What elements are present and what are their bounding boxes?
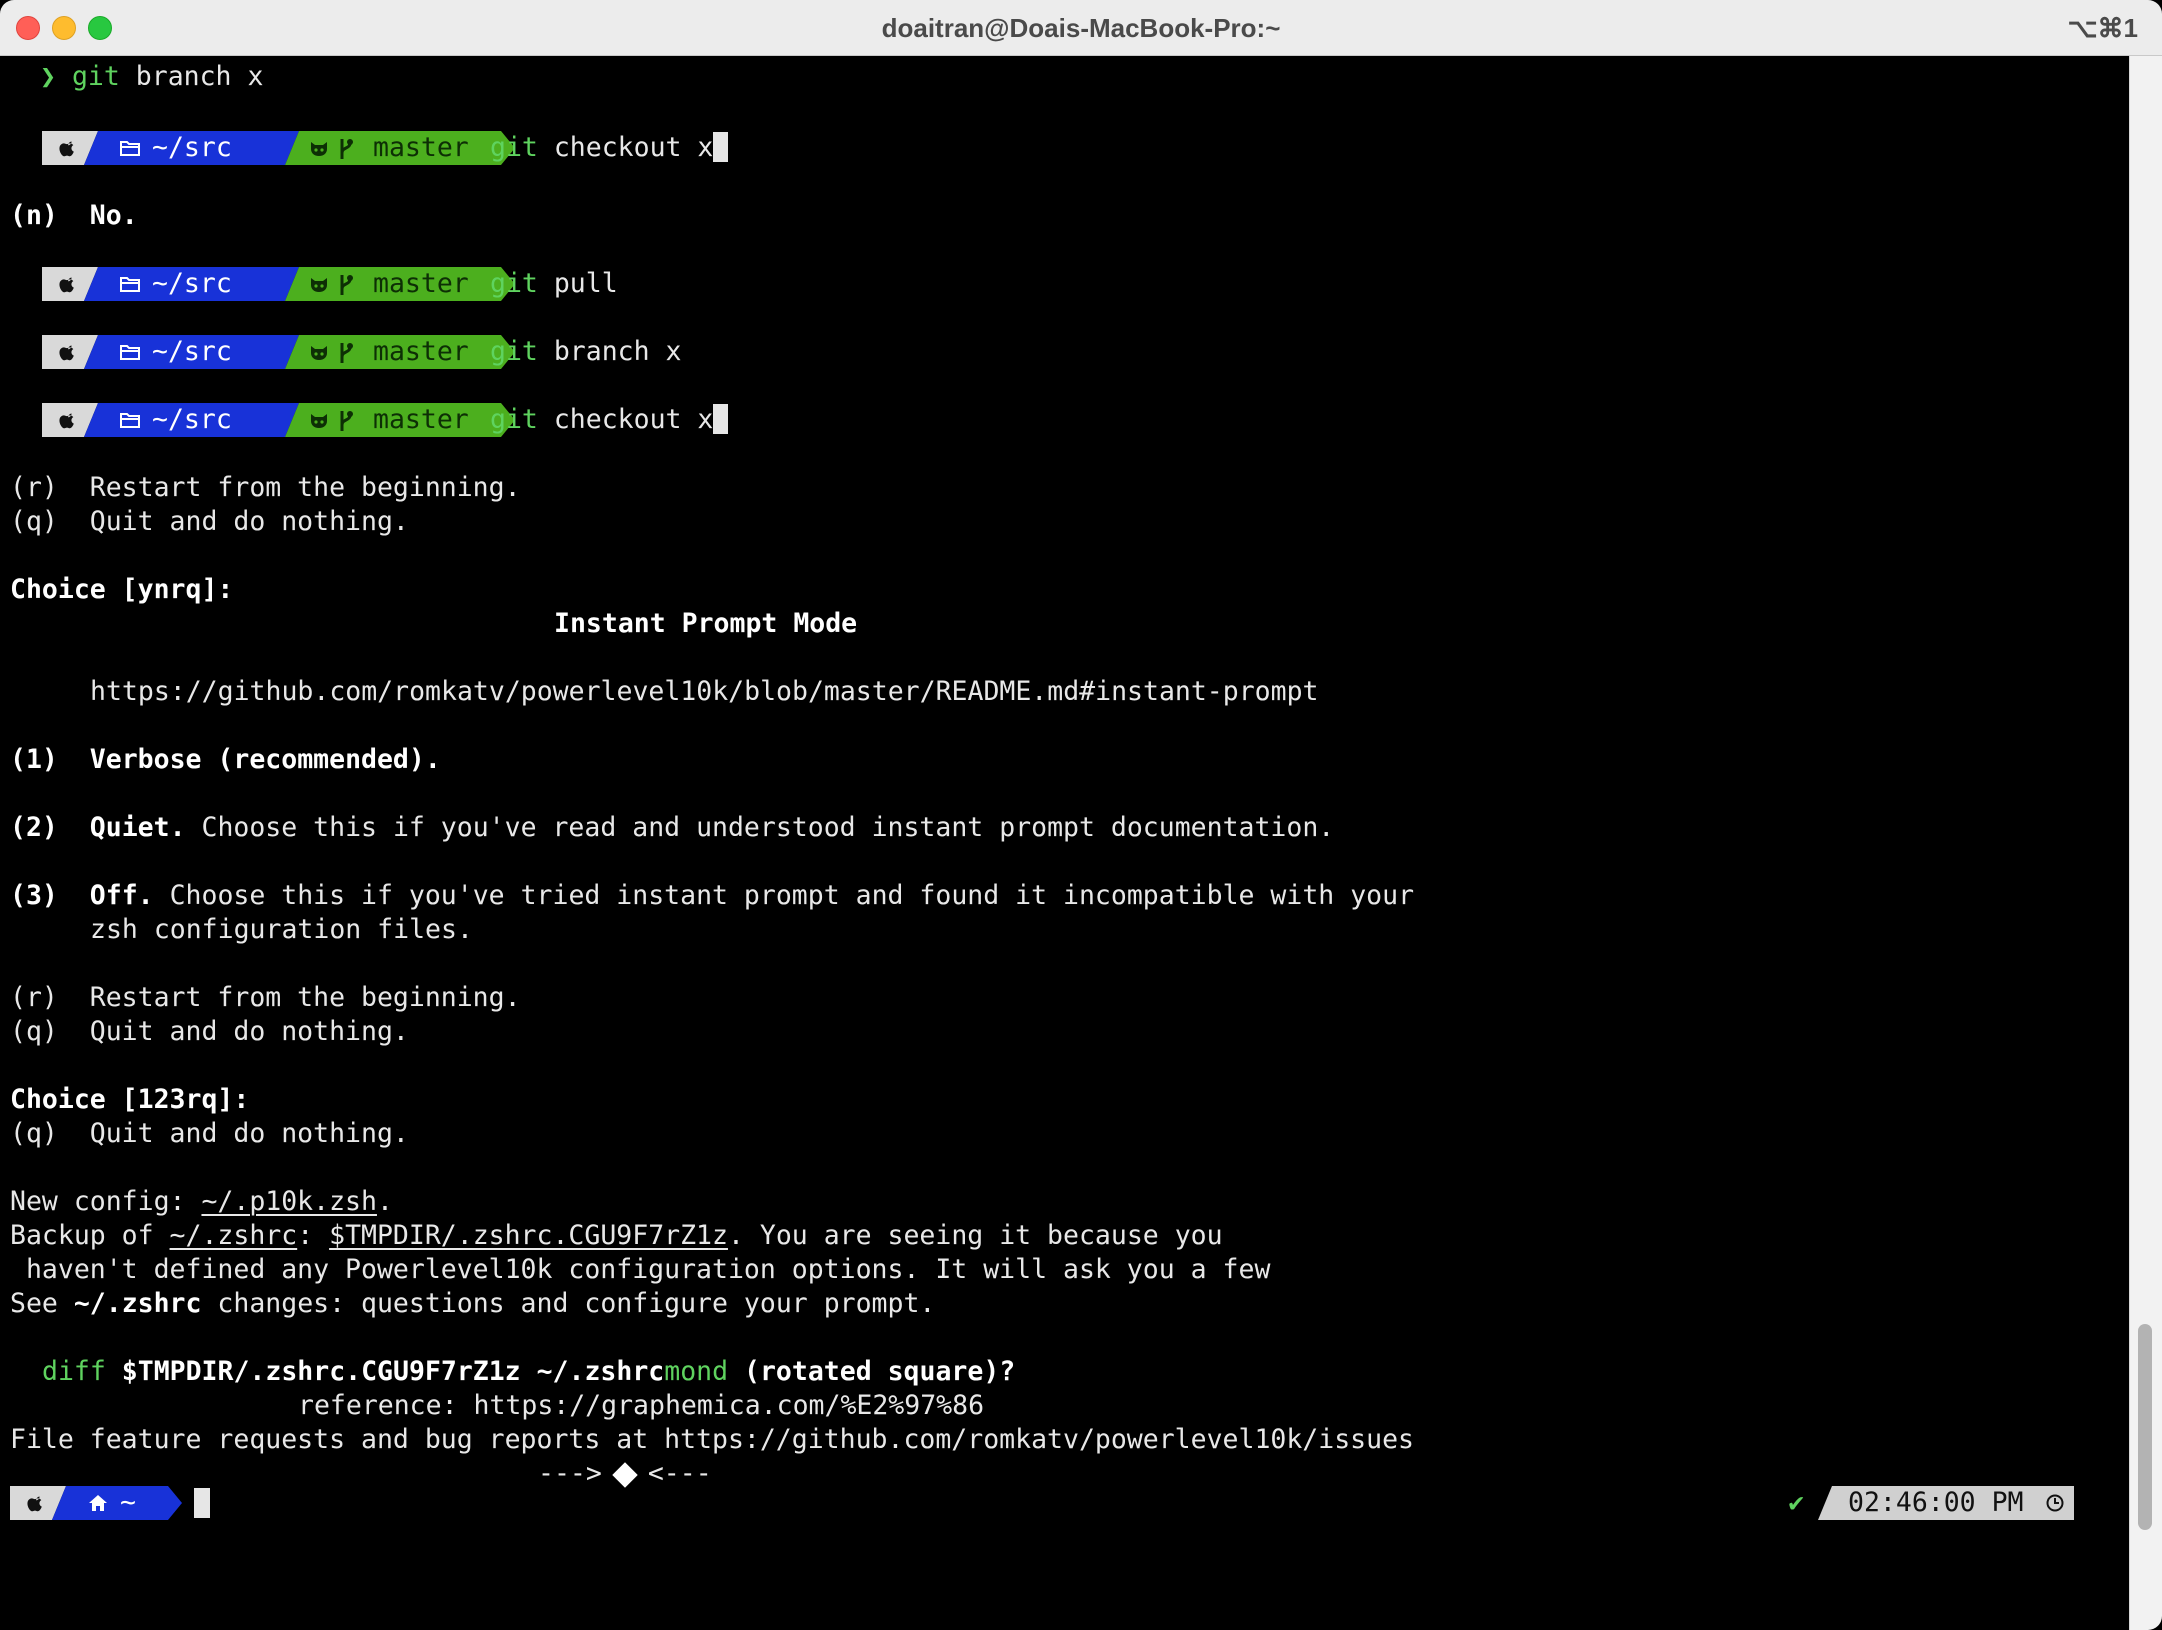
apple-icon [58,138,78,158]
scrollbar[interactable] [2129,56,2162,1630]
bug-report-line: File feature requests and bug reports at… [10,1424,1414,1455]
window-title: doaitran@Doais-MacBook-Pro:~ [881,13,1281,43]
documentation-url: https://github.com/romkatv/powerlevel10k… [90,676,1319,707]
cursor [194,1488,210,1518]
title-bar: doaitran@Doais-MacBook-Pro:~ ⌥⌘1 [0,0,2162,56]
git-segment: master [285,131,515,165]
branch-icon [337,273,355,297]
apple-icon [58,274,78,294]
scrollbar-thumb[interactable] [2138,1324,2152,1530]
option-line-continued: zsh configuration files. [90,914,473,945]
window-shortcut: ⌥⌘1 [2067,13,2138,43]
command-text: git pull [490,268,618,299]
command-text: git checkout x [490,131,729,165]
option-line: (1) Verbose (recommended). [10,744,441,775]
option-line: (q) Quit and do nothing. [10,1118,409,1149]
section-title: Instant Prompt Mode [554,608,858,639]
home-icon [88,1494,108,1512]
branch-icon [337,137,355,161]
diamond-icon [612,1461,638,1488]
git-segment: master [285,267,515,301]
command-text: git branch x [490,336,682,367]
folder-icon [120,140,140,156]
home-directory-segment: ~ [52,1486,182,1520]
folder-icon [120,412,140,428]
choice-prompt: Choice [ynrq]: [10,574,234,605]
diff-line: diff $TMPDIR/.zshrc.CGU9F7rZ1z ~/.zshrcm… [42,1356,1016,1387]
directory-segment: ~/src [84,335,299,369]
option-line: (q) Quit and do nothing. [10,506,409,537]
folder-icon [120,276,140,292]
branch-icon [337,409,355,433]
option-line: (q) Quit and do nothing. [10,1016,409,1047]
backup-line: Backup of ~/.zshrc: $TMPDIR/.zshrc.CGU9F… [10,1220,1223,1251]
option-line: (r) Restart from the beginning. [10,472,521,503]
choice-prompt: Choice [123rq]: [10,1084,250,1115]
success-check-icon: ✔ [1788,1488,1804,1518]
branch-icon [337,341,355,365]
diamond-preview: ---> <--- [538,1458,712,1489]
git-segment: master [285,335,515,369]
apple-icon [58,342,78,362]
option-line: (r) Restart from the beginning. [10,982,521,1013]
apple-icon [26,1493,46,1513]
github-icon [309,344,329,362]
folder-icon [120,344,140,360]
option-line: (n) No. [10,200,138,231]
github-icon [309,140,329,158]
git-segment: master [285,403,515,437]
command-text: git checkout x [490,403,729,437]
time-label: 02:46:00 PM [1848,1487,2024,1518]
reference-line: reference: https://graphemica.com/%E2%97… [298,1390,985,1421]
clock-icon [2046,1494,2064,1512]
see-line: See ~/.zshrc changes: questions and conf… [10,1288,936,1319]
apple-icon [58,410,78,430]
directory-segment: ~/src [84,403,299,437]
github-icon [309,412,329,430]
info-line: haven't defined any Powerlevel10k config… [10,1254,1271,1285]
cursor [713,132,729,162]
terminal-window: doaitran@Doais-MacBook-Pro:~ ⌥⌘1 ❯ git b… [0,0,2162,1630]
github-icon [309,276,329,294]
new-config-line: New config: ~/.p10k.zsh. [10,1186,393,1217]
terminal-content[interactable]: ❯ git branch x ~/src master git checkout… [0,56,2130,1630]
directory-segment: ~/src [84,131,299,165]
cursor [713,404,729,434]
time-segment: 02:46:00 PM [1818,1486,2074,1520]
option-line: (2) Quiet. Choose this if you've read an… [10,812,1335,843]
previous-command-line: ❯ git branch x [40,61,264,92]
directory-segment: ~/src [84,267,299,301]
option-line: (3) Off. Choose this if you've tried ins… [10,880,1415,911]
